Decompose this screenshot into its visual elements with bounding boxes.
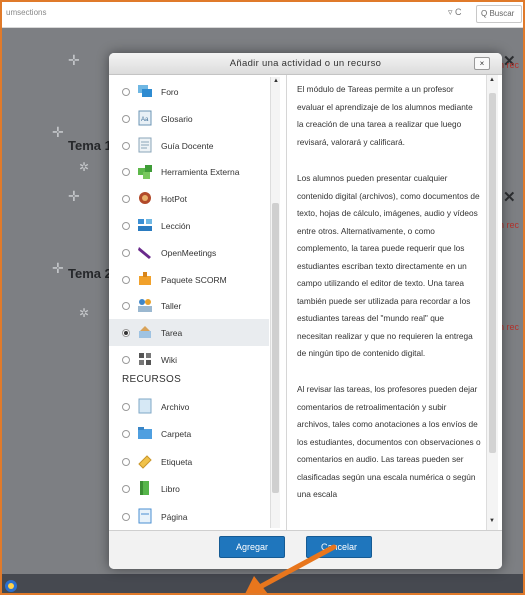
module-label: Wiki — [161, 355, 178, 365]
radio-button[interactable] — [122, 457, 130, 466]
close-button[interactable]: × — [474, 57, 490, 70]
close-icon: ✕ — [503, 189, 516, 206]
module-label: Lección — [161, 221, 191, 231]
module-description: El módulo de Tareas permite a un profeso… — [286, 75, 485, 530]
radio-button[interactable] — [122, 168, 130, 177]
teaching-guide-icon — [136, 136, 154, 154]
pointer-arrow-icon — [245, 544, 337, 593]
module-label: Etiqueta — [161, 456, 193, 467]
module-option[interactable]: Libro — [109, 475, 269, 502]
module-option[interactable]: Carpeta — [109, 420, 269, 447]
book-icon — [136, 479, 154, 497]
radio-button[interactable] — [122, 485, 130, 494]
module-label: Archivo — [161, 402, 190, 412]
module-option[interactable]: Etiqueta — [109, 448, 269, 475]
folder-icon — [136, 424, 154, 442]
module-option[interactable]: Foro — [109, 78, 269, 105]
add-activity-dialog: Añadir una actividad o un recurso × Foro… — [109, 53, 502, 569]
module-option[interactable]: Herramienta Externa — [109, 158, 269, 185]
section-title: Tema 1 — [68, 138, 112, 153]
workshop-icon — [136, 296, 154, 314]
description-scrollbar[interactable]: ▲ ▼ — [486, 75, 498, 530]
module-option[interactable]: Archivo — [109, 393, 269, 420]
file-icon — [136, 397, 154, 415]
move-icon: ✛ — [68, 52, 80, 68]
move-icon: ✛ — [52, 260, 64, 276]
module-label: OpenMeetings — [161, 247, 217, 258]
module-label: Paquete SCORM — [161, 274, 227, 285]
module-label: Carpeta — [161, 429, 192, 440]
scrollbar-thumb[interactable] — [489, 93, 496, 453]
module-option[interactable]: Guía Docente — [109, 132, 269, 159]
browser-icon — [5, 580, 17, 592]
assignment-icon — [136, 323, 154, 341]
radio-button[interactable] — [122, 222, 130, 230]
scorm-icon — [136, 270, 154, 288]
description-paragraph: Al revisar las tareas, los profesores pu… — [297, 384, 481, 499]
dialog-title: Añadir una actividad o un recurso — [229, 58, 382, 69]
scroll-down-icon[interactable]: ▼ — [487, 518, 497, 527]
radio-button[interactable] — [122, 88, 130, 96]
module-option[interactable]: Tarea — [109, 319, 269, 347]
module-label: HotPot — [161, 194, 187, 205]
scroll-up-icon[interactable]: ▲ — [487, 77, 497, 86]
module-label: Glosario — [161, 113, 193, 124]
radio-button[interactable] — [122, 141, 130, 150]
url-text[interactable]: umsections — [6, 8, 446, 17]
hotpot-icon — [136, 189, 154, 207]
module-list: Foro Aa Glosario Guía Docente Herramienta Ex… — [109, 75, 283, 530]
radio-button[interactable] — [122, 403, 130, 411]
forum-icon — [136, 82, 154, 100]
move-icon: ✛ — [52, 124, 64, 140]
gear-icon: ✲ — [79, 306, 90, 320]
module-label: Libro — [161, 484, 180, 495]
module-option[interactable]: HotPot — [109, 185, 269, 212]
scrollbar-thumb[interactable] — [272, 203, 279, 493]
scroll-up-icon[interactable]: ▲ — [271, 78, 281, 87]
module-label: Tarea — [161, 328, 183, 339]
module-option[interactable]: Lección — [109, 212, 269, 239]
address-bar[interactable]: umsections ▿ C Q Buscar — [2, 2, 523, 28]
radio-button[interactable] — [122, 329, 130, 338]
label-icon — [136, 452, 154, 470]
module-option[interactable]: Página — [109, 503, 269, 530]
browser-window: umsections ▿ C Q Buscar ✛ ✕ un rec ✛ Tem… — [0, 0, 525, 595]
module-label: Página — [161, 511, 188, 522]
radio-button[interactable] — [122, 430, 130, 439]
module-label: Foro — [161, 87, 179, 97]
puzzle-icon — [136, 162, 154, 180]
dialog-header: Añadir una actividad o un recurso × — [109, 53, 502, 75]
radio-button[interactable] — [122, 248, 130, 257]
glossary-icon: Aa — [136, 109, 154, 127]
module-option[interactable]: OpenMeetings — [109, 239, 269, 266]
description-paragraph: El módulo de Tareas permite a un profeso… — [297, 84, 473, 147]
description-paragraph: Los alumnos pueden presentar cualquier c… — [297, 173, 480, 358]
module-label: Guía Docente — [161, 140, 214, 151]
resources-section-heading: RECURSOS — [122, 374, 182, 385]
module-option[interactable]: Wiki — [109, 346, 269, 373]
openmeetings-icon — [136, 243, 154, 261]
gear-icon: ✲ — [79, 160, 90, 174]
radio-button[interactable] — [122, 275, 130, 284]
module-option[interactable]: Paquete SCORM — [109, 266, 269, 293]
radio-button[interactable] — [122, 195, 130, 204]
list-scrollbar[interactable]: ▲ — [270, 77, 280, 528]
wiki-icon — [136, 350, 154, 368]
radio-button[interactable] — [122, 302, 130, 311]
svg-text:Aa: Aa — [141, 117, 149, 123]
module-option[interactable]: Taller — [109, 292, 269, 319]
module-label: Herramienta Externa — [161, 167, 240, 178]
search-box[interactable]: Q Buscar — [476, 5, 522, 23]
module-label: Taller — [161, 301, 182, 312]
radio-button[interactable] — [122, 356, 130, 364]
radio-button[interactable] — [122, 114, 130, 123]
section-title: Tema 2 — [68, 266, 112, 281]
lesson-icon — [136, 216, 154, 234]
move-icon: ✛ — [68, 188, 80, 204]
module-option[interactable]: Aa Glosario — [109, 105, 269, 132]
page-icon — [136, 507, 154, 525]
radio-button[interactable] — [122, 512, 130, 521]
reload-icon[interactable]: ▿ C — [448, 7, 462, 18]
